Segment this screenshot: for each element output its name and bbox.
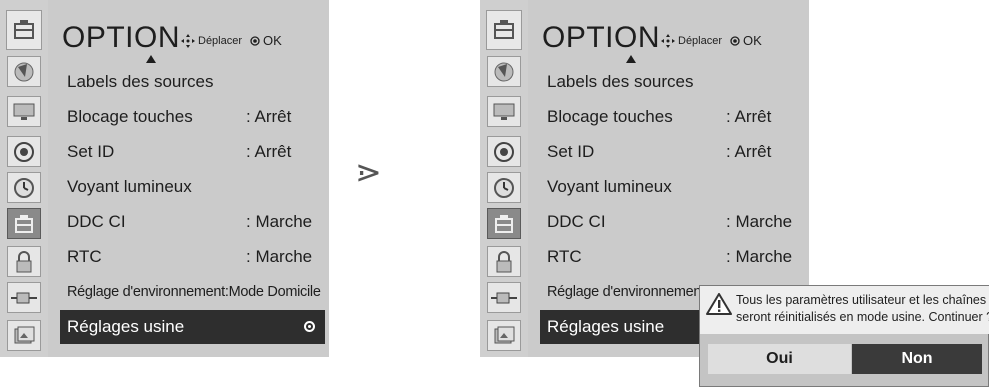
usb-photo-icon[interactable] [487,320,521,351]
item-label: RTC [547,247,582,266]
nav-ok-label: OK [263,33,282,48]
item-label: DDC CI [67,212,126,231]
lock-icon[interactable] [487,246,521,277]
ok-button-icon [730,35,740,46]
item-value: : Marche [726,247,793,266]
item-label: Voyant lumineux [67,177,192,196]
menu-item-set-id[interactable]: Set ID : Arrêt [540,137,805,167]
option-menu-left: OPTION Déplacer OK Labels des sources Bl… [0,0,329,357]
item-label: Blocage touches [67,107,193,126]
menu-item-blocage-touches[interactable]: Blocage touches : Arrêt [540,102,805,132]
menu-item-reglage-environnement[interactable]: Réglage d'environnement:Mode Domicile [60,277,325,307]
nav-move-label: Déplacer [678,34,723,47]
item-label: Set ID [67,142,115,161]
audio-icon[interactable] [7,136,41,167]
menu-item-labels-des-sources[interactable]: Labels des sources [60,67,325,97]
picture-icon[interactable] [487,56,521,87]
item-value: : Arrêt [246,107,292,126]
item-label: Réglages usine [67,317,185,336]
scroll-up-icon[interactable] [146,55,156,63]
menu-item-blocage-touches[interactable]: Blocage touches : Arrêt [60,102,325,132]
sidebar [0,0,48,357]
move-arrows-icon [181,33,195,48]
item-value: : Marche [246,247,313,266]
picture-icon[interactable] [7,56,41,87]
warning-icon [706,293,732,315]
audio-icon[interactable] [487,136,521,167]
scroll-up-icon[interactable] [626,55,636,63]
menu-item-rtc[interactable]: RTC : Marche [60,242,325,272]
usb-photo-icon[interactable] [7,320,41,351]
dialog-message-line2: seront réinitialisés en mode usine. Cont… [736,310,989,324]
no-button[interactable]: Non [852,344,982,374]
next-step-arrow: ⋗ [355,153,382,191]
option-menu-icon [486,10,522,50]
menu-item-labels-des-sources[interactable]: Labels des sources [540,67,805,97]
menu-navigation-hint: Déplacer OK [181,33,282,48]
item-label: Réglage d'environnement:Mode Domicile [67,284,321,300]
option-icon[interactable] [7,208,41,239]
sidebar [480,0,528,357]
item-value: : Arrêt [726,142,772,161]
move-arrows-icon [661,33,675,48]
item-label: Labels des sources [547,72,694,91]
menu-item-set-id[interactable]: Set ID : Arrêt [60,137,325,167]
menu-item-voyant-lumineux[interactable]: Voyant lumineux [60,172,325,202]
yes-button[interactable]: Oui [708,344,851,374]
option-icon[interactable] [487,208,521,239]
item-value: : Arrêt [246,142,292,161]
item-label: Voyant lumineux [547,177,672,196]
time-icon[interactable] [487,172,521,203]
menu-item-ddc-ci[interactable]: DDC CI : Marche [540,207,805,237]
menu-title: OPTION [62,21,181,54]
radio-selected-icon [304,321,315,332]
item-label: Labels des sources [67,72,214,91]
item-label: Blocage touches [547,107,673,126]
screen-icon[interactable] [487,96,521,127]
item-label: Set ID [547,142,595,161]
nav-ok-label: OK [743,33,762,48]
item-label: Réglages usine [547,317,665,336]
dialog-message-box: Tous les paramètres utilisateur et les c… [700,286,989,334]
item-value: : Marche [246,212,313,231]
screen-icon[interactable] [7,96,41,127]
menu-item-ddc-ci[interactable]: DDC CI : Marche [60,207,325,237]
item-label: RTC [67,247,102,266]
menu-item-rtc[interactable]: RTC : Marche [540,242,805,272]
dialog-message: Tous les paramètres utilisateur et les c… [736,292,989,326]
menu-title: OPTION [542,21,661,54]
factory-reset-dialog: Tous les paramètres utilisateur et les c… [699,285,989,387]
time-icon[interactable] [7,172,41,203]
menu-item-reglages-usine[interactable]: Réglages usine [60,310,325,344]
input-icon[interactable] [487,282,521,313]
option-menu: OPTION Déplacer OK Labels des sources Bl… [48,0,329,357]
item-label: DDC CI [547,212,606,231]
dialog-message-line1: Tous les paramètres utilisateur et les c… [736,293,987,307]
nav-move-label: Déplacer [198,34,243,47]
menu-item-voyant-lumineux[interactable]: Voyant lumineux [540,172,805,202]
lock-icon[interactable] [7,246,41,277]
option-menu-icon [6,10,42,50]
item-value: : Arrêt [726,107,772,126]
input-icon[interactable] [7,282,41,313]
ok-button-icon [250,35,260,46]
menu-navigation-hint: Déplacer OK [661,33,762,48]
item-value: : Marche [726,212,793,231]
